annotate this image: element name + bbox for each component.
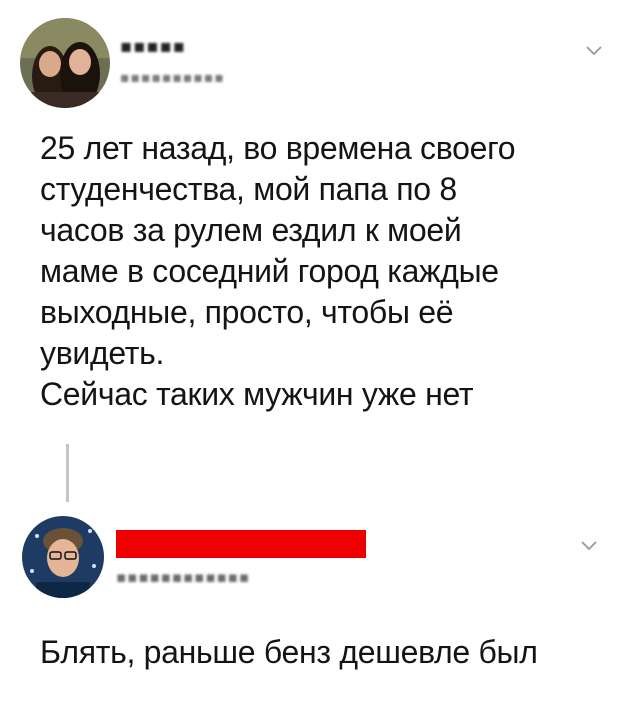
author-name[interactable]: ▪▪▪▪▪ [120, 36, 186, 57]
post-text-line: часов за рулем ездил к моей [40, 212, 462, 248]
avatar-photo [22, 516, 104, 598]
avatar-photo [20, 18, 110, 108]
thread-connector-line [66, 444, 69, 502]
chevron-down-icon[interactable] [585, 45, 603, 57]
post-text-line: маме в соседний город каждые [40, 253, 499, 289]
post-text-line: Сейчас таких мужчин уже нет [40, 376, 474, 412]
author-handle[interactable]: ▪▪▪▪▪▪▪▪▪▪ [120, 70, 225, 86]
reply-text: Блять, раньше бенз дешевле был [40, 634, 538, 670]
post-text: 25 лет назад, во времена своего студенче… [40, 128, 620, 415]
redacted-name-bar [116, 530, 366, 558]
post-text-line: увидеть. [40, 335, 165, 371]
post-text-line: выходные, просто, чтобы её [40, 294, 454, 330]
chevron-down-icon[interactable] [580, 540, 598, 552]
reply-author-handle[interactable]: ▪▪▪▪▪▪▪▪▪▪▪▪ [116, 568, 250, 586]
post-text-line: студенчества, мой папа по 8 [40, 171, 457, 207]
reply-author-avatar[interactable] [22, 516, 104, 598]
author-avatar[interactable] [20, 18, 110, 108]
post-text-line: 25 лет назад, во времена своего [40, 130, 516, 166]
